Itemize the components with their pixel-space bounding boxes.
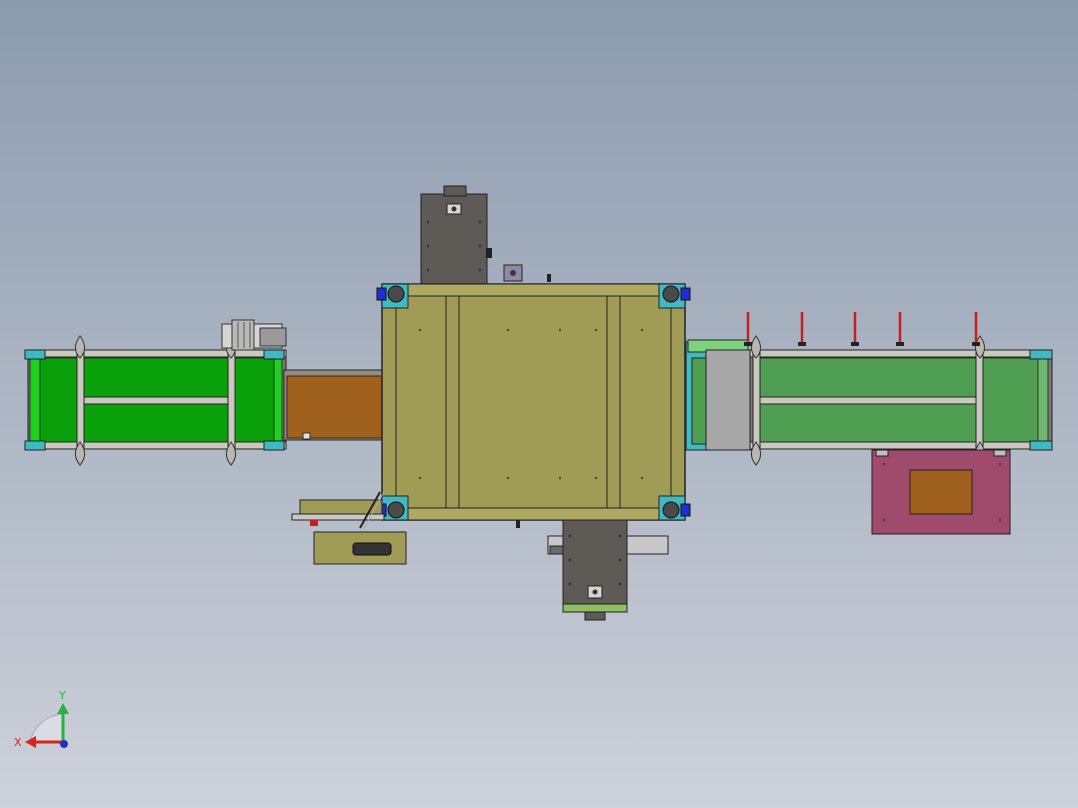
- cad-canvas[interactable]: Y X: [0, 0, 1078, 808]
- magenta-control-panel[interactable]: [871, 449, 1011, 535]
- cad-viewport[interactable]: Y X: [0, 0, 1078, 808]
- z-axis-icon: [60, 740, 68, 748]
- caster-wheel-icon: [376, 283, 409, 309]
- mount-bolt-icon: [592, 589, 598, 595]
- left-conveyor-cross-member: [227, 351, 236, 449]
- y-axis-label: Y: [58, 689, 66, 702]
- left-conveyor-top-rail: [27, 349, 287, 358]
- central-transfer-table[interactable]: [376, 283, 691, 528]
- left-transfer-plate[interactable]: [283, 369, 387, 441]
- left-conveyor-bottom-rail: [27, 441, 287, 450]
- left-conveyor-corner-bracket: [263, 349, 285, 360]
- left-conveyor-corner-bracket: [24, 349, 46, 360]
- right-transfer-cover: [705, 349, 753, 451]
- left-conveyor-drive-roller: [273, 357, 283, 443]
- caster-wheel-icon: [658, 495, 691, 521]
- left-conveyor-end-roller: [29, 357, 41, 443]
- left-conveyor-corner-bracket: [24, 440, 46, 451]
- panel-window: [909, 469, 973, 515]
- left-conveyor-center-rail: [83, 396, 229, 405]
- gear-motor-icon: [221, 319, 287, 351]
- control-box-window: [352, 542, 392, 556]
- left-conveyor-corner-bracket: [263, 440, 285, 451]
- mount-bolt-icon: [451, 206, 457, 212]
- left-conveyor-cross-member: [76, 351, 85, 449]
- caster-wheel-icon: [658, 283, 691, 309]
- x-axis-label: X: [14, 736, 22, 749]
